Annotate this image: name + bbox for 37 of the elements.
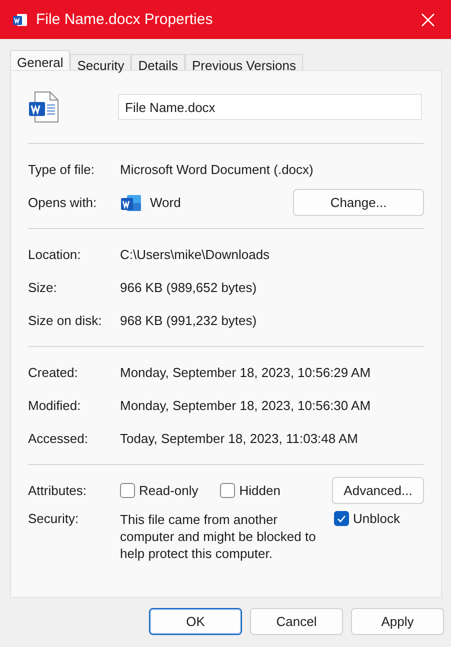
app-name: Word <box>150 195 181 210</box>
tab[interactable]: Previous Versions <box>184 54 304 70</box>
field-label: Size: <box>28 280 58 295</box>
field-label: Size on disk: <box>28 313 103 328</box>
field-label: Security: <box>28 511 80 526</box>
word-app-icon <box>12 12 28 28</box>
checkmark-icon <box>337 514 346 522</box>
change-button[interactable]: Change... <box>293 189 424 216</box>
field-value: Monday, September 18, 2023, 10:56:30 AM <box>120 398 372 413</box>
document-icon <box>27 90 61 124</box>
field-value: 966 KB (989,652 bytes) <box>120 280 258 295</box>
field-label: Location: <box>28 247 82 262</box>
dialog-button[interactable]: Cancel <box>250 608 343 635</box>
checkbox[interactable]: Read-only <box>120 483 198 498</box>
word-app-icon <box>120 192 142 212</box>
field-label: Created: <box>28 365 79 380</box>
advanced-button[interactable]: Advanced... <box>332 477 424 504</box>
field-value: 968 KB (991,232 bytes) <box>120 313 258 328</box>
field-value: Monday, September 18, 2023, 10:56:29 AM <box>120 365 372 380</box>
dialog-button[interactable]: Apply <box>351 608 444 635</box>
field-value: Today, September 18, 2023, 11:03:48 AM <box>120 431 360 446</box>
close-icon <box>421 12 435 26</box>
file-name-field[interactable]: File Name.docx <box>118 94 422 120</box>
field-value: C:\Users\mike\Downloads <box>120 247 271 262</box>
field-label: Opens with: <box>28 195 98 210</box>
window-title: File Name.docx Properties <box>36 11 214 28</box>
security-message: This file came from another computer and might be blocked to help protect this computer. <box>120 511 317 562</box>
field-label: Modified: <box>28 398 82 413</box>
tab[interactable]: Details <box>131 54 185 70</box>
field-label: Type of file: <box>28 162 96 177</box>
dialog-button[interactable]: OK <box>149 608 242 635</box>
checkbox[interactable]: Hidden <box>220 483 280 498</box>
field-value: Microsoft Word Document (.docx) <box>120 162 314 177</box>
checkbox[interactable]: Unblock <box>334 511 400 526</box>
field-label: Accessed: <box>28 431 89 446</box>
field-label: Attributes: <box>28 483 88 498</box>
tab[interactable]: General <box>10 50 70 70</box>
